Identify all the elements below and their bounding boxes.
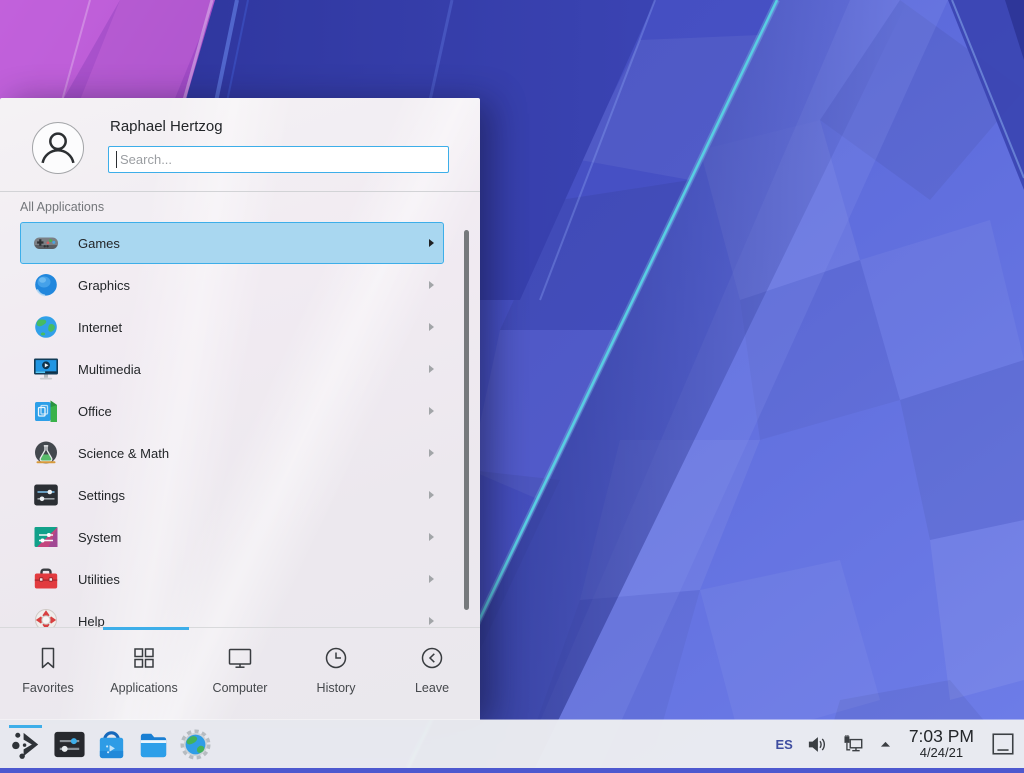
search-input[interactable] bbox=[108, 146, 449, 173]
lifering-icon bbox=[32, 607, 60, 628]
expand-tray-icon[interactable] bbox=[878, 737, 893, 752]
category-label: Graphics bbox=[78, 278, 429, 293]
section-label: All Applications bbox=[20, 200, 104, 214]
file-manager-button[interactable] bbox=[132, 720, 174, 768]
launcher-footer: Favorites Applications Computer History Leav… bbox=[0, 627, 480, 720]
submenu-arrow-icon bbox=[429, 575, 434, 583]
category-label: Office bbox=[78, 404, 429, 419]
tab-label: Computer bbox=[213, 681, 268, 695]
search-box bbox=[108, 146, 449, 173]
taskbar-panel: ES 7:03 PM 4/24/21 bbox=[0, 720, 1024, 768]
category-label: Settings bbox=[78, 488, 429, 503]
sliders-color-icon bbox=[32, 523, 60, 551]
text-caret bbox=[116, 151, 117, 168]
category-settings[interactable]: Settings bbox=[20, 474, 444, 516]
category-games[interactable]: Games bbox=[20, 222, 444, 264]
tab-label: Favorites bbox=[22, 681, 73, 695]
application-launcher-menu: Raphael Hertzog All Applications Games Gr… bbox=[0, 98, 480, 720]
documents-icon bbox=[32, 397, 60, 425]
category-office[interactable]: Office bbox=[20, 390, 444, 432]
gamepad-icon bbox=[32, 229, 60, 257]
category-label: Utilities bbox=[78, 572, 429, 587]
leave-icon bbox=[418, 644, 446, 672]
category-science-math[interactable]: Science & Math bbox=[20, 432, 444, 474]
show-desktop-button[interactable] bbox=[990, 731, 1016, 757]
globe-gear-icon bbox=[178, 727, 213, 762]
tab-label: History bbox=[317, 681, 356, 695]
active-indicator bbox=[9, 725, 42, 728]
list-scrollbar[interactable] bbox=[464, 230, 469, 610]
category-label: Multimedia bbox=[78, 362, 429, 377]
submenu-arrow-icon bbox=[429, 533, 434, 541]
flask-icon bbox=[32, 439, 60, 467]
category-multimedia[interactable]: Multimedia bbox=[20, 348, 444, 390]
category-label: System bbox=[78, 530, 429, 545]
network-icon[interactable] bbox=[842, 733, 865, 756]
sphere-icon bbox=[32, 271, 60, 299]
category-system[interactable]: System bbox=[20, 516, 444, 558]
sliders-dark-icon bbox=[32, 481, 60, 509]
active-tab-indicator bbox=[103, 627, 189, 630]
web-browser-button[interactable] bbox=[174, 720, 216, 768]
submenu-arrow-icon bbox=[429, 617, 434, 625]
volume-icon[interactable] bbox=[806, 733, 829, 756]
keyboard-layout-indicator[interactable]: ES bbox=[775, 737, 792, 752]
category-label: Help bbox=[78, 614, 429, 629]
submenu-arrow-icon bbox=[429, 491, 434, 499]
bookmark-icon bbox=[34, 644, 62, 672]
clock-time: 7:03 PM bbox=[909, 728, 974, 746]
category-label: Science & Math bbox=[78, 446, 429, 461]
category-internet[interactable]: Internet bbox=[20, 306, 444, 348]
monitor-icon bbox=[226, 644, 254, 672]
category-label: Internet bbox=[78, 320, 429, 335]
tab-label: Leave bbox=[415, 681, 449, 695]
tab-label: Applications bbox=[110, 681, 177, 695]
system-settings-button[interactable] bbox=[48, 720, 90, 768]
discover-button[interactable] bbox=[90, 720, 132, 768]
panel-app-icons bbox=[0, 720, 216, 768]
submenu-arrow-icon bbox=[429, 407, 434, 415]
digital-clock[interactable]: 7:03 PM 4/24/21 bbox=[909, 728, 974, 759]
submenu-arrow-icon bbox=[429, 239, 434, 247]
launcher-header: Raphael Hertzog bbox=[0, 98, 480, 192]
clock-icon bbox=[322, 644, 350, 672]
submenu-arrow-icon bbox=[429, 323, 434, 331]
monitor-play-icon bbox=[32, 355, 60, 383]
tab-history[interactable]: History bbox=[288, 628, 384, 720]
tab-applications[interactable]: Applications bbox=[96, 628, 192, 720]
tab-leave[interactable]: Leave bbox=[384, 628, 480, 720]
category-label: Games bbox=[78, 236, 429, 251]
submenu-arrow-icon bbox=[429, 365, 434, 373]
tab-favorites[interactable]: Favorites bbox=[0, 628, 96, 720]
plasma-logo-icon bbox=[10, 727, 45, 762]
user-avatar[interactable] bbox=[32, 122, 84, 174]
submenu-arrow-icon bbox=[429, 281, 434, 289]
toolbox-icon bbox=[32, 565, 60, 593]
system-settings-icon bbox=[52, 727, 87, 762]
category-graphics[interactable]: Graphics bbox=[20, 264, 444, 306]
globe-icon bbox=[32, 313, 60, 341]
tab-computer[interactable]: Computer bbox=[192, 628, 288, 720]
clock-date: 4/24/21 bbox=[909, 746, 974, 759]
discover-bag-icon bbox=[94, 727, 129, 762]
category-utilities[interactable]: Utilities bbox=[20, 558, 444, 600]
category-list: Games Graphics Internet Multimedia Office Sci… bbox=[20, 222, 444, 628]
system-tray: ES 7:03 PM 4/24/21 bbox=[775, 728, 1024, 759]
user-name: Raphael Hertzog bbox=[110, 118, 223, 135]
submenu-arrow-icon bbox=[429, 449, 434, 457]
folder-blue-icon bbox=[136, 727, 171, 762]
grid-icon bbox=[130, 644, 158, 672]
application-launcher-button[interactable] bbox=[6, 720, 48, 768]
category-help[interactable]: Help bbox=[20, 600, 444, 628]
